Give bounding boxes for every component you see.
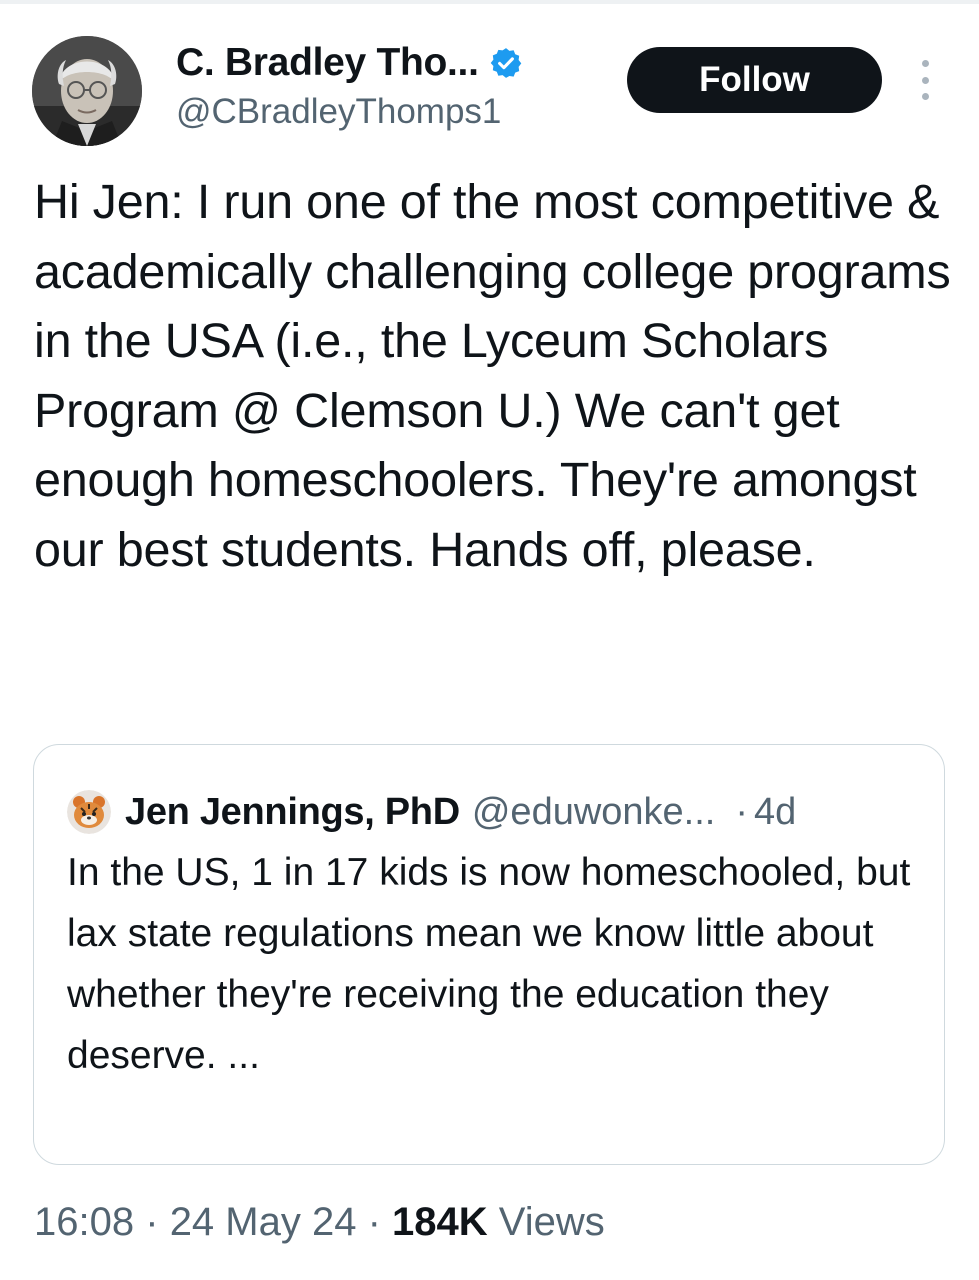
quoted-tweet-text: In the US, 1 in 17 kids is now homeschoo… bbox=[67, 851, 911, 1077]
meta-separator: · bbox=[145, 1200, 159, 1244]
quoted-tweet-time[interactable]: 4d bbox=[754, 791, 796, 834]
top-divider bbox=[0, 0, 979, 4]
tweet-time[interactable]: 16:08 bbox=[34, 1200, 134, 1244]
tweet-text: Hi Jen: I run one of the most competitiv… bbox=[34, 175, 951, 577]
author-handle[interactable]: @CBradleyThomps1 bbox=[176, 92, 501, 132]
tiger-icon bbox=[67, 790, 111, 834]
tweet-meta: 16:08 · 24 May 24 · 184K Views bbox=[34, 1200, 605, 1245]
more-dot bbox=[921, 60, 929, 67]
tweet-date[interactable]: 24 May 24 bbox=[170, 1200, 357, 1244]
more-vertical-icon[interactable] bbox=[911, 60, 939, 100]
verified-badge-icon bbox=[489, 46, 523, 80]
meta-separator: · bbox=[367, 1200, 381, 1244]
author-display-name[interactable]: C. Bradley Tho... bbox=[176, 41, 479, 85]
more-dot bbox=[921, 76, 929, 84]
follow-button[interactable]: Follow bbox=[627, 47, 882, 113]
quoted-author-handle[interactable]: @eduwonke... bbox=[472, 791, 716, 834]
quoted-author-name[interactable]: Jen Jennings, PhD bbox=[125, 791, 460, 834]
views-label: Views bbox=[498, 1200, 605, 1244]
more-dot bbox=[921, 93, 929, 100]
quoted-time-separator: · bbox=[735, 790, 749, 833]
author-avatar[interactable] bbox=[32, 36, 142, 146]
quoted-tweet-header: Jen Jennings, PhD @eduwonke... · 4d bbox=[67, 790, 796, 834]
author-avatar-image bbox=[32, 36, 142, 146]
quoted-tweet-card[interactable]: Jen Jennings, PhD @eduwonke... · 4d In t… bbox=[33, 744, 945, 1165]
quoted-author-avatar[interactable] bbox=[67, 790, 111, 834]
views-count: 184K bbox=[392, 1200, 488, 1244]
author-name-row[interactable]: C. Bradley Tho... bbox=[176, 40, 523, 86]
